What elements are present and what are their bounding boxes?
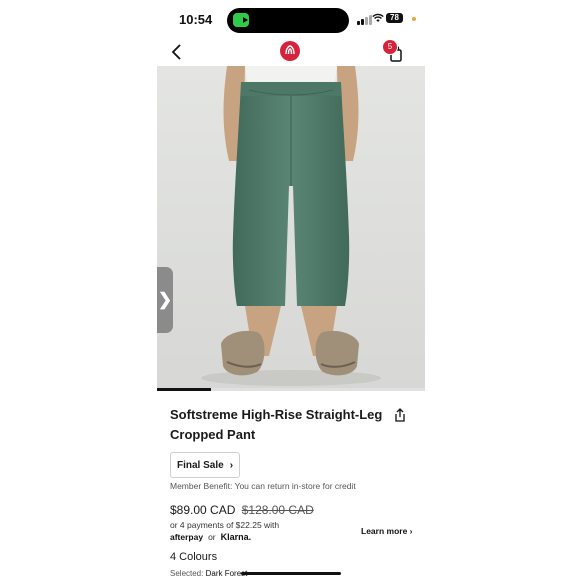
gallery-progress-fill xyxy=(157,388,211,391)
top-nav: 5 xyxy=(157,38,425,66)
original-price: $128.00 CAD xyxy=(241,503,314,517)
installments-text: or 4 payments of $22.25 with xyxy=(170,520,280,530)
cart-count-badge: 5 xyxy=(382,39,398,55)
payment-providers: afterpay or Klarna. xyxy=(170,532,251,542)
chevron-right-icon: › xyxy=(409,526,413,536)
phone-screen: 10:54 78 5 ❯ Softstreme High-Rise Straig… xyxy=(157,0,425,580)
member-benefit: Member Benefit: You can return in-store … xyxy=(170,481,356,491)
final-sale-label: Final Sale xyxy=(177,459,224,471)
sale-price: $89.00 CAD xyxy=(170,503,236,517)
afterpay-logo: afterpay xyxy=(170,532,204,542)
facetime-icon xyxy=(233,13,249,27)
product-title: Softstreme High-Rise Straight-Leg Croppe… xyxy=(170,407,383,442)
dynamic-island xyxy=(227,8,349,33)
selected-colour: Selected: Dark Forest xyxy=(170,569,247,578)
privacy-dot xyxy=(412,17,416,21)
colour-count: 4 Colours xyxy=(170,551,218,563)
chevron-left-icon[interactable] xyxy=(167,42,187,62)
home-indicator[interactable] xyxy=(241,572,341,575)
learn-more-link[interactable]: Learn more › xyxy=(361,526,413,536)
share-icon[interactable] xyxy=(393,408,407,422)
selected-label: Selected: xyxy=(170,569,204,578)
price-row: $89.00 CAD $128.00 CAD xyxy=(170,503,314,517)
product-photo xyxy=(201,66,381,386)
or-text: or xyxy=(208,532,216,542)
status-bar: 10:54 78 xyxy=(157,0,425,38)
chevron-right-icon: › xyxy=(229,459,234,471)
final-sale-button[interactable]: Final Sale › xyxy=(170,452,241,478)
wifi-icon xyxy=(372,13,384,26)
status-time: 10:54 xyxy=(179,12,213,27)
chevron-right-icon[interactable]: ❯ xyxy=(157,267,173,333)
gallery-progress xyxy=(157,388,425,391)
signal-icon xyxy=(357,15,373,25)
lululemon-logo[interactable] xyxy=(280,41,300,61)
battery-icon: 78 xyxy=(386,13,403,23)
product-image[interactable] xyxy=(157,66,425,389)
product-info: Softstreme High-Rise Straight-Leg Croppe… xyxy=(157,392,425,580)
learn-more-label: Learn more xyxy=(361,526,408,536)
klarna-logo: Klarna. xyxy=(220,532,252,542)
